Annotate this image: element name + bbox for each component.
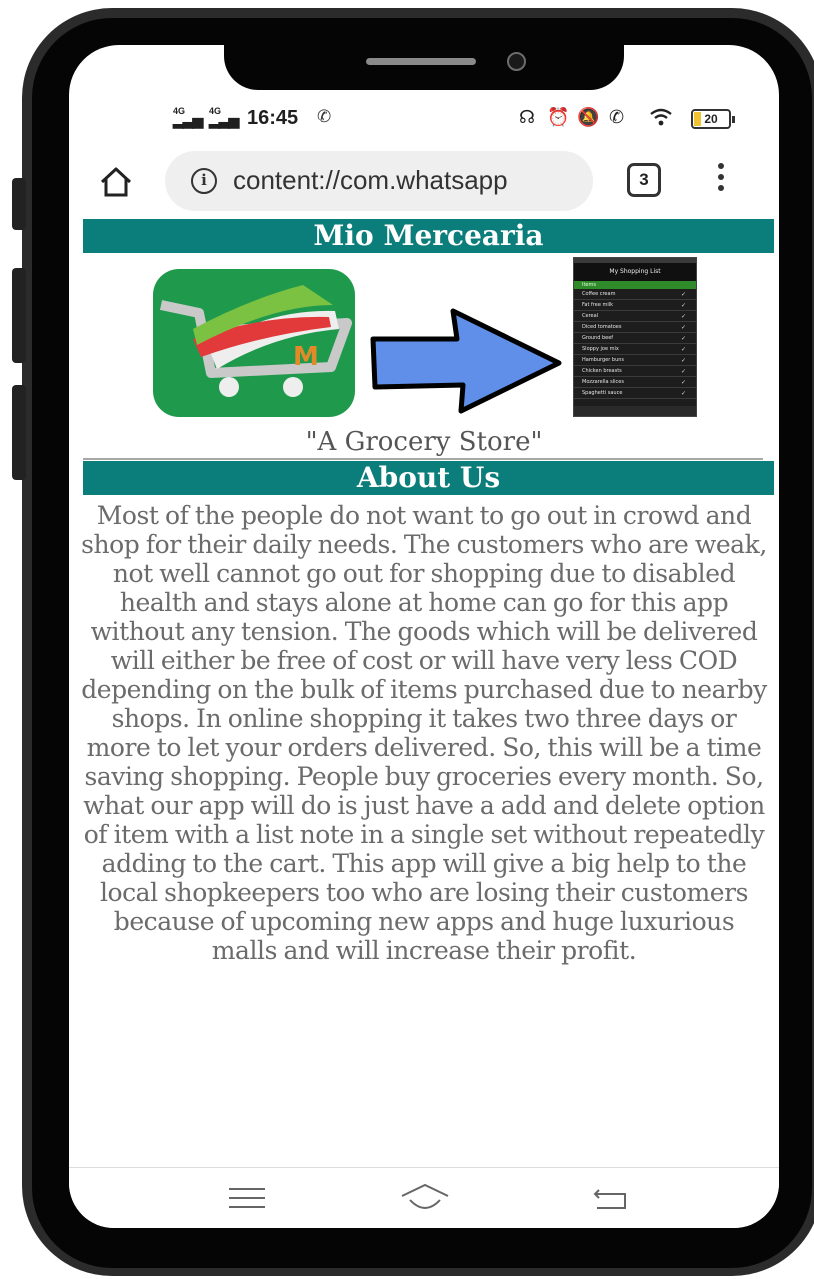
list-item: Ground beef ✓	[574, 333, 696, 344]
browser-toolbar: i content://com.whatsapp 3	[69, 145, 779, 217]
screen: 4G ▂▃▅ 4G ▂▃▅ 16:45 ✆ ☊ ⏰ 🔕 ✆ 20 i content…	[69, 45, 779, 1228]
divider	[83, 458, 763, 460]
app-logo: M	[153, 269, 355, 417]
status-time: 16:45	[247, 107, 299, 129]
home-icon[interactable]	[99, 165, 133, 199]
list-item: Hamburger buns ✓	[574, 355, 696, 366]
list-item: Spaghetti sauce ✓	[574, 388, 696, 399]
about-heading: About Us	[83, 461, 774, 495]
volume-up-button	[12, 268, 26, 363]
volume-down-button	[12, 385, 26, 480]
signal-icon: 4G ▂▃▅	[209, 106, 239, 128]
navigation-bar	[69, 1168, 779, 1228]
list-item: Diced tomatoes ✓	[574, 322, 696, 333]
signal-icon: 4G ▂▃▅	[173, 106, 203, 128]
list-item: Chicken breasts ✓	[574, 366, 696, 377]
preview-title: My Shopping List	[574, 263, 696, 281]
tagline: "A Grocery Store"	[305, 427, 543, 457]
more-options-icon[interactable]	[713, 163, 729, 199]
headset-icon: ☊	[519, 107, 535, 127]
mute-icon: 🔕	[577, 107, 600, 127]
wifi-icon	[649, 107, 673, 132]
recent-apps-icon[interactable]	[229, 1188, 265, 1212]
address-bar[interactable]: i content://com.whatsapp	[165, 151, 593, 211]
preview-header: Items	[574, 281, 696, 289]
svg-text:M: M	[293, 342, 319, 372]
back-icon[interactable]	[591, 1182, 631, 1214]
wifi-call-icon: ✆	[609, 107, 625, 127]
shopping-list-preview: My Shopping List Items Coffee cream ✓ Fat…	[573, 257, 697, 417]
nav-home-icon[interactable]	[399, 1182, 451, 1214]
info-icon[interactable]: i	[191, 168, 217, 194]
alarm-icon: ⏰	[547, 107, 570, 127]
speaker-grille	[366, 58, 476, 65]
status-bar: 4G ▂▃▅ 4G ▂▃▅ 16:45 ✆ ☊ ⏰ 🔕 ✆ 20	[69, 101, 779, 141]
whatsapp-icon: ✆	[317, 107, 332, 126]
list-item: Sloppy joe mix ✓	[574, 344, 696, 355]
list-item: Coffee cream ✓	[574, 289, 696, 300]
phone-notch	[224, 42, 624, 90]
arrow-right-icon	[369, 307, 565, 415]
about-text: Most of the people do not want to go out…	[81, 501, 767, 965]
battery-icon: 20	[691, 109, 735, 129]
list-item: Mozzarella slices ✓	[574, 377, 696, 388]
side-button	[12, 178, 26, 230]
page-title: Mio Mercearia	[83, 219, 774, 253]
tab-switcher-button[interactable]: 3	[627, 163, 661, 197]
url-text[interactable]: content://com.whatsapp	[233, 165, 508, 196]
list-item: Fat free milk ✓	[574, 300, 696, 311]
list-item: Cereal ✓	[574, 311, 696, 322]
front-camera	[507, 52, 526, 71]
